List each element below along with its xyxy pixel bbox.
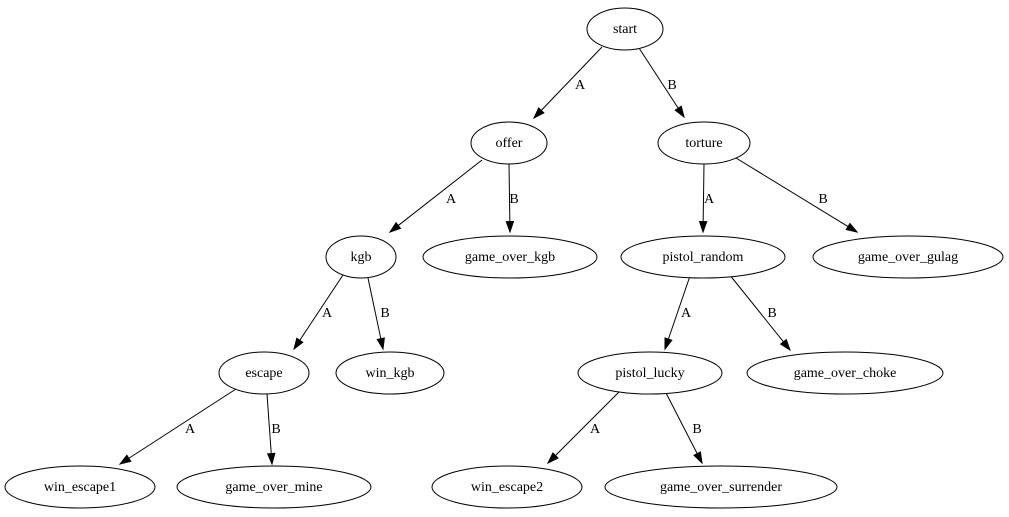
edge-arrowhead-icon <box>698 220 708 234</box>
edge-arrowhead-icon <box>376 337 385 351</box>
edge-label: A <box>446 192 457 207</box>
edge-line <box>367 277 382 341</box>
node-label: pistol_lucky <box>615 366 684 381</box>
edge-line <box>554 389 622 457</box>
node-win_escape1[interactable]: win_escape1 <box>4 465 156 509</box>
node-start[interactable]: start <box>586 7 664 51</box>
graph-canvas: A B A B A B A B A B A B A B start offer torture kgb game_… <box>0 0 1009 517</box>
edge-label: B <box>767 306 776 321</box>
node-label: escape <box>245 366 282 381</box>
node-game_over_choke[interactable]: game_over_choke <box>746 351 944 395</box>
edge-offer-to-kgb: A <box>388 159 483 233</box>
node-label: torture <box>685 136 722 151</box>
edge-label: B <box>271 422 280 437</box>
node-win_escape2[interactable]: win_escape2 <box>431 465 583 509</box>
node-kgb[interactable]: kgb <box>325 235 397 279</box>
edge-label: B <box>380 306 389 321</box>
edge-arrowhead-icon <box>505 220 515 234</box>
edge-pistol_random-to-game_over_choke: B <box>728 273 791 352</box>
node-label: pistol_random <box>663 250 744 265</box>
node-pistol_lucky[interactable]: pistol_lucky <box>577 351 723 395</box>
edge-escape-to-game_over_mine: B <box>266 393 281 466</box>
edge-label: A <box>681 306 692 321</box>
edge-escape-to-win_escape1: A <box>118 388 237 465</box>
edge-kgb-to-escape: A <box>293 274 344 351</box>
edge-label: A <box>590 422 601 437</box>
edge-arrowhead-icon <box>779 338 791 352</box>
node-game_over_gulag[interactable]: game_over_gulag <box>812 235 1004 279</box>
node-torture[interactable]: torture <box>657 121 751 165</box>
edge-pistol_lucky-to-game_over_surrender: B <box>664 390 703 465</box>
edge-arrowhead-icon <box>266 452 276 466</box>
edge-arrowhead-icon <box>674 105 685 119</box>
node-game_over_kgb[interactable]: game_over_kgb <box>422 235 598 279</box>
edge-label: B <box>692 422 701 437</box>
state-machine-graph: A B A B A B A B A B A B A B start offer torture kgb game_… <box>4 7 1004 509</box>
edge-line <box>735 157 850 228</box>
edge-start-to-offer: A <box>532 46 603 120</box>
node-label: game_over_choke <box>794 366 897 381</box>
edge-arrowhead-icon <box>693 451 703 465</box>
edge-line <box>396 159 483 227</box>
node-win_kgb[interactable]: win_kgb <box>335 351 445 395</box>
edge-pistol_random-to-pistol_lucky: A <box>664 275 692 351</box>
edge-label: A <box>704 192 715 207</box>
edge-line <box>127 388 237 460</box>
node-label: game_over_gulag <box>858 250 958 265</box>
edge-arrowhead-icon <box>664 337 673 351</box>
edge-label: B <box>509 192 518 207</box>
edge-line <box>539 46 603 112</box>
node-label: win_kgb <box>366 366 415 381</box>
node-label: game_over_surrender <box>660 480 782 495</box>
edge-label: A <box>322 306 333 321</box>
edge-kgb-to-win_kgb: B <box>367 277 390 351</box>
edge-arrowhead-icon <box>388 221 402 233</box>
edge-arrowhead-icon <box>845 222 859 233</box>
edge-label: A <box>575 78 586 93</box>
edge-torture-to-game_over_gulag: B <box>735 157 859 233</box>
node-label: win_escape1 <box>44 480 116 495</box>
edge-label: B <box>818 192 827 207</box>
node-label: kgb <box>351 250 372 265</box>
node-label: game_over_mine <box>225 480 322 495</box>
edge-pistol_lucky-to-win_escape2: A <box>546 389 622 465</box>
edge-arrowhead-icon <box>118 454 132 465</box>
node-escape[interactable]: escape <box>218 351 310 395</box>
node-pistol_random[interactable]: pistol_random <box>620 235 786 279</box>
edge-label: B <box>667 78 676 93</box>
edge-start-to-torture: B <box>638 47 685 119</box>
nodes-layer: start offer torture kgb game_over_kgb pistol_… <box>4 7 1004 509</box>
node-game_over_mine[interactable]: game_over_mine <box>176 465 372 509</box>
node-game_over_surrender[interactable]: game_over_surrender <box>604 465 838 509</box>
edge-arrowhead-icon <box>293 337 304 351</box>
node-offer[interactable]: offer <box>470 121 548 165</box>
node-label: offer <box>496 136 523 151</box>
edge-offer-to-game_over_kgb: B <box>505 163 519 234</box>
edge-torture-to-pistol_random: A <box>698 163 715 234</box>
node-label: game_over_kgb <box>465 250 555 265</box>
edge-label: A <box>185 422 196 437</box>
node-label: win_escape2 <box>471 480 543 495</box>
node-label: start <box>613 22 637 37</box>
